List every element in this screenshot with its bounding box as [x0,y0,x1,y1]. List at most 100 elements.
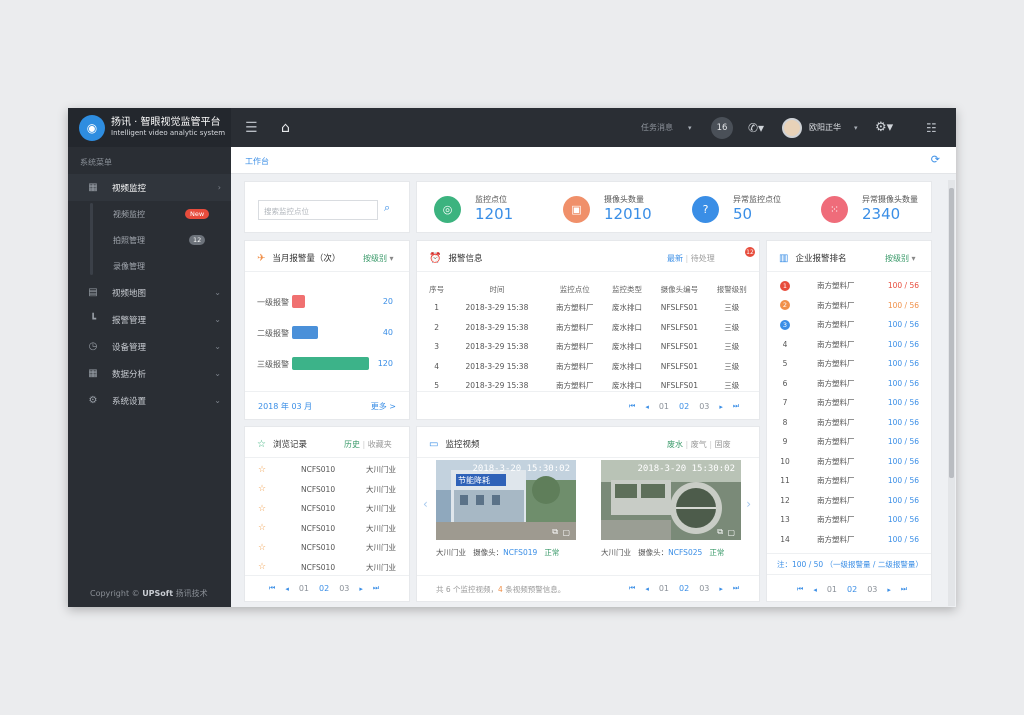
list-item[interactable]: 12 南方塑料厂 100 / 56 [780,491,921,511]
tab-pending[interactable]: 待处理 [691,254,715,263]
star-icon[interactable]: ☆ [258,465,266,475]
page-number[interactable]: 01 [827,585,837,594]
list-item[interactable]: 4 南方塑料厂 100 / 56 [780,335,921,355]
sidebar-item-data-analysis[interactable]: ▦ 数据分析 ⌄ [68,360,231,387]
prev-page-icon[interactable]: ◂ [813,586,817,594]
refresh-icon[interactable]: ⟳ [931,153,940,166]
sidebar-item-video-monitor[interactable]: ▦ 视频监控 › [68,174,231,201]
list-item[interactable]: ☆ NCFS010 大川门业 [258,460,396,480]
star-icon[interactable]: ☆ [258,504,266,514]
stat-abnormal-points[interactable]: ? 异常监控点位 50 [692,195,781,223]
fullscreen-icon[interactable]: ▢ [727,528,735,537]
sidebar-item-video-map[interactable]: ▤ 视频地图 ⌄ [68,279,231,306]
menu-icon[interactable]: ☰ [245,120,259,136]
table-row[interactable]: 4 2018-3-29 15:38 南方塑料厂 废水排口 NFSLFS01 三级 [425,357,755,377]
prev-page-icon[interactable]: ◂ [645,403,649,411]
logo-area[interactable]: ◉ 扬讯 · 智眼视觉监管平台 Intelligent video analyt… [68,108,231,147]
last-page-icon[interactable]: ⏭ [733,584,739,593]
phone-icon[interactable]: ✆▾ [748,121,764,135]
list-item[interactable]: 5 南方塑料厂 100 / 56 [780,354,921,374]
sidebar-subitem-photo[interactable]: 拍照管理 12 [68,227,231,253]
star-icon[interactable]: ☆ [258,484,266,494]
caret-down-icon[interactable]: ▾ [854,124,858,132]
caret-down-icon[interactable]: ▾ [688,124,692,132]
star-icon[interactable]: ☆ [258,562,266,572]
next-page-icon[interactable]: ▸ [719,585,723,593]
video-next-icon[interactable]: › [746,497,751,511]
list-item[interactable]: 6 南方塑料厂 100 / 56 [780,374,921,394]
sidebar-subitem-video[interactable]: 视频监控 New [68,201,231,227]
tab-solid-waste[interactable]: 固废 [715,440,731,449]
tab-history[interactable]: 历史 [344,440,360,449]
tab-latest[interactable]: 最新 [667,254,683,263]
user-name[interactable]: 欧阳正华 [809,122,841,133]
video-camera-id[interactable]: NCFS019 [503,548,537,557]
list-item[interactable]: 7 南方塑料厂 100 / 56 [780,393,921,413]
table-row[interactable]: 3 2018-3-29 15:38 南方塑料厂 废水排口 NFSLFS01 三级 [425,337,755,357]
level-filter-dropdown[interactable]: 按级别 ▾ [363,253,394,264]
page-number[interactable]: 03 [699,584,709,593]
prev-page-icon[interactable]: ◂ [285,585,289,593]
last-page-icon[interactable]: ⏭ [373,584,379,593]
ranking-filter-dropdown[interactable]: 按级别 ▾ [885,253,916,264]
next-page-icon[interactable]: ▸ [359,585,363,593]
page-number[interactable]: 01 [299,584,309,593]
list-item[interactable]: ☆ NCFS010 大川门业 [258,499,396,519]
task-count-badge[interactable]: 16 [711,116,733,139]
scrollbar-thumb[interactable] [949,188,954,478]
tab-wastewater[interactable]: 废水 [667,440,683,449]
next-page-icon[interactable]: ▸ [719,403,723,411]
table-row[interactable]: 2 2018-3-29 15:38 南方塑料厂 废水排口 NFSLFS01 三级 [425,318,755,338]
star-icon[interactable]: ☆ [258,543,266,553]
more-link[interactable]: 更多 > [371,401,396,412]
tab-exhaust[interactable]: 废气 [691,440,707,449]
first-page-icon[interactable]: ⏮ [629,584,635,593]
page-number[interactable]: 03 [699,402,709,411]
last-page-icon[interactable]: ⏭ [733,402,739,411]
video-prev-icon[interactable]: ‹ [423,497,428,511]
snapshot-icon[interactable]: ⧉ [552,527,558,537]
prev-page-icon[interactable]: ◂ [645,585,649,593]
month-selector[interactable]: 2018 年 03 月 [258,401,312,412]
star-icon[interactable]: ☆ [258,523,266,533]
fullscreen-icon[interactable]: ▢ [562,528,570,537]
video-camera-id[interactable]: NCFS025 [668,548,702,557]
list-item[interactable]: 14 南方塑料厂 100 / 56 [780,530,921,550]
search-input[interactable]: 搜索监控点位 [258,200,378,220]
breadcrumb[interactable]: 工作台 [245,156,269,167]
table-row[interactable]: 1 2018-3-29 15:38 南方塑料厂 废水排口 NFSLFS01 三级 [425,298,755,318]
list-item[interactable]: 11 南方塑料厂 100 / 56 [780,471,921,491]
page-number-current[interactable]: 02 [679,584,689,593]
stat-abnormal-cameras[interactable]: ⁙ 异常摄像头数量 2340 [821,195,918,223]
video-player[interactable]: 节能降耗 2018-3-20 15:30:02 ⧉ ▢ [436,460,576,540]
avatar[interactable] [782,117,802,138]
list-item[interactable]: ☆ NCFS010 大川门业 [258,480,396,500]
list-item[interactable]: 8 南方塑料厂 100 / 56 [780,413,921,433]
list-item[interactable]: 1 南方塑料厂 100 / 56 [780,276,921,296]
snapshot-icon[interactable]: ⧉ [717,527,723,537]
page-number[interactable]: 03 [867,585,877,594]
first-page-icon[interactable]: ⏮ [629,402,635,411]
video-player[interactable]: 2018-3-20 15:30:02 ⧉ ▢ [601,460,741,540]
list-item[interactable]: 3 南方塑料厂 100 / 56 [780,315,921,335]
sidebar-item-system-settings[interactable]: ⚙ 系统设置 ⌄ [68,387,231,414]
last-page-icon[interactable]: ⏭ [901,585,907,594]
page-number[interactable]: 01 [659,402,669,411]
list-item[interactable]: ☆ NCFS010 大川门业 [258,519,396,539]
list-item[interactable]: 2 南方塑料厂 100 / 56 [780,296,921,316]
sidebar-item-alarm-management[interactable]: ┗ 报警管理 ⌄ [68,306,231,333]
list-item[interactable]: 13 南方塑料厂 100 / 56 [780,510,921,530]
list-item[interactable]: 9 南方塑料厂 100 / 56 [780,432,921,452]
page-number-current[interactable]: 02 [679,402,689,411]
search-icon[interactable]: ⌕ [384,201,390,215]
stat-monitor-points[interactable]: ◎ 监控点位 1201 [434,195,513,223]
task-message-label[interactable]: 任务消息 [641,122,673,133]
page-number-current[interactable]: 02 [319,584,329,593]
page-number-current[interactable]: 02 [847,585,857,594]
table-row[interactable]: 5 2018-3-29 15:38 南方塑料厂 废水排口 NFSLFS01 三级 [425,376,755,396]
list-icon[interactable]: ☷ [926,121,937,135]
scrollbar[interactable] [948,180,955,606]
list-item[interactable]: ☆ NCFS010 大川门业 [258,538,396,558]
stat-camera-count[interactable]: ▣ 摄像头数量 12010 [563,195,652,223]
next-page-icon[interactable]: ▸ [887,586,891,594]
